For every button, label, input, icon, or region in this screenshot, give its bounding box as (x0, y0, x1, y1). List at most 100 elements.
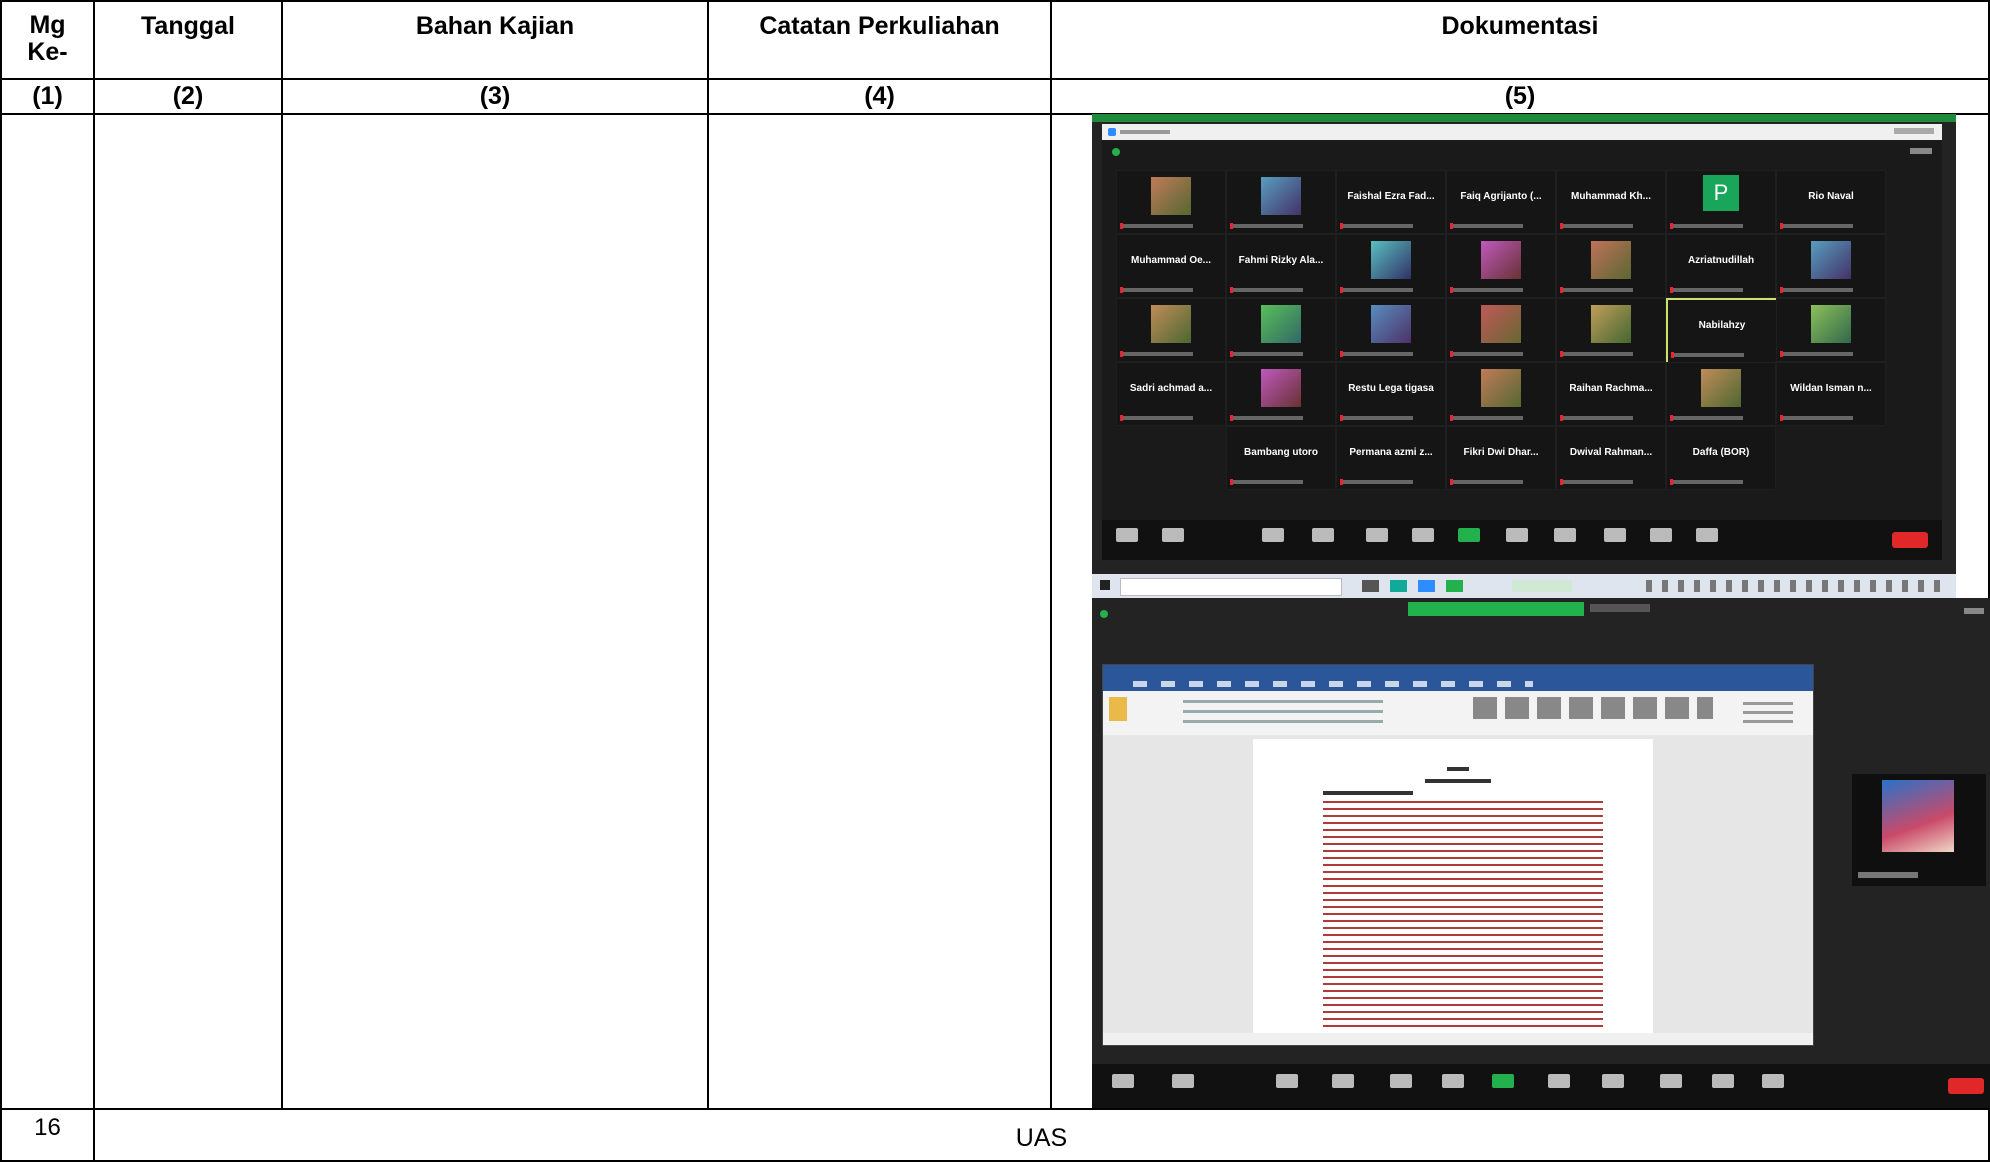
end-meeting-button[interactable] (1948, 1078, 1984, 1094)
participant-tile[interactable]: Wildan Isman n... (1776, 362, 1886, 426)
participant-name: Azriatnudillah (1687, 255, 1755, 266)
participant-footer-label (1783, 416, 1853, 420)
participant-footer-label (1233, 288, 1303, 292)
participant-photo (1151, 305, 1191, 343)
participant-tile[interactable]: Muhammad Kh... (1556, 170, 1666, 234)
participant-footer-label (1343, 416, 1413, 420)
apps-icon[interactable] (1650, 528, 1672, 542)
participant-tile[interactable] (1776, 234, 1886, 298)
participant-footer-label (1123, 352, 1193, 356)
participant-tile[interactable] (1446, 234, 1556, 298)
styles-gallery[interactable] (1473, 697, 1713, 719)
video-icon[interactable] (1162, 528, 1184, 542)
participant-tile[interactable]: Fikri Dwi Dhar... (1446, 426, 1556, 490)
participant-tile[interactable] (1116, 298, 1226, 362)
participant-tile[interactable]: Faiq Agrijanto (... (1446, 170, 1556, 234)
participant-tile[interactable]: Dwival Rahman... (1556, 426, 1666, 490)
participant-footer-label (1453, 480, 1523, 484)
view-toggle-icon (1910, 148, 1932, 154)
participant-tile[interactable] (1336, 234, 1446, 298)
column-divider (1050, 0, 1052, 1110)
microphone-icon[interactable] (1116, 528, 1138, 542)
meeting-toolbar (1092, 1064, 1990, 1108)
participant-tile[interactable]: P (1666, 170, 1776, 234)
participant-photo (1591, 241, 1631, 279)
breakout-rooms-icon[interactable] (1602, 1074, 1624, 1088)
participant-tile[interactable] (1226, 170, 1336, 234)
view-options-button[interactable] (1590, 604, 1650, 612)
participant-tile[interactable]: Permana azmi z... (1336, 426, 1446, 490)
record-icon[interactable] (1548, 1074, 1570, 1088)
participant-footer-label (1563, 416, 1633, 420)
week-number: 16 (34, 1114, 61, 1141)
end-meeting-button[interactable] (1892, 532, 1928, 548)
breakout-rooms-icon[interactable] (1554, 528, 1576, 542)
participant-tile[interactable]: Sadri achmad a... (1116, 362, 1226, 426)
participant-tile[interactable]: Raihan Rachma... (1556, 362, 1666, 426)
reactions-icon[interactable] (1604, 528, 1626, 542)
microphone-icon[interactable] (1112, 1074, 1134, 1088)
participant-tile[interactable] (1556, 234, 1666, 298)
participants-icon[interactable] (1312, 528, 1334, 542)
participant-tile[interactable]: Restu Lega tigasa (1336, 362, 1446, 426)
row-divider (0, 1108, 1990, 1110)
participant-tile[interactable]: Muhammad Oe... (1116, 234, 1226, 298)
record-icon[interactable] (1506, 528, 1528, 542)
table-border-left (0, 0, 2, 1162)
ribbon-tab-labels[interactable] (1133, 681, 1533, 687)
participants-icon[interactable] (1332, 1074, 1354, 1088)
participant-tile[interactable] (1446, 362, 1556, 426)
apps-icon[interactable] (1712, 1074, 1734, 1088)
participant-tile[interactable]: Azriatnudillah (1666, 234, 1776, 298)
participant-footer-label (1453, 224, 1523, 228)
participant-footer-label (1563, 288, 1633, 292)
participant-name: Permana azmi z... (1349, 447, 1433, 458)
participant-tile[interactable]: Bambang utoro (1226, 426, 1336, 490)
taskbar-search-input[interactable] (1120, 578, 1342, 596)
participant-tile[interactable]: Faishal Ezra Fad... (1336, 170, 1446, 234)
participant-tile[interactable]: Daffa (BOR) (1666, 426, 1776, 490)
header-tanggal: Tanggal (141, 12, 235, 40)
participant-tile[interactable] (1226, 362, 1336, 426)
taskbar-apps[interactable] (1362, 580, 1502, 592)
participant-footer-label (1783, 288, 1853, 292)
windows-taskbar (1092, 574, 1956, 598)
share-screen-icon[interactable] (1458, 528, 1480, 542)
participant-photo (1701, 369, 1741, 407)
participant-photo (1811, 241, 1851, 279)
chat-icon[interactable] (1412, 528, 1434, 542)
participant-tile[interactable] (1776, 298, 1886, 362)
security-icon[interactable] (1276, 1074, 1298, 1088)
polls-icon[interactable] (1366, 528, 1388, 542)
share-screen-icon[interactable] (1492, 1074, 1514, 1088)
video-icon[interactable] (1172, 1074, 1194, 1088)
chat-icon[interactable] (1442, 1074, 1464, 1088)
system-tray-icons[interactable] (1646, 580, 1946, 592)
more-icon[interactable] (1762, 1074, 1784, 1088)
participant-name: Nabilahzy (1698, 320, 1746, 331)
participant-tile[interactable] (1226, 298, 1336, 362)
participant-tile[interactable] (1666, 362, 1776, 426)
taskbar-active-app[interactable] (1512, 580, 1572, 592)
security-icon[interactable] (1262, 528, 1284, 542)
participant-tile[interactable] (1116, 170, 1226, 234)
window-controls (1894, 128, 1934, 134)
editing-group[interactable] (1743, 697, 1793, 723)
more-icon[interactable] (1696, 528, 1718, 542)
header-dokumentasi: Dokumentasi (1441, 12, 1599, 40)
font-controls[interactable] (1183, 697, 1383, 723)
windows-start-icon[interactable] (1100, 580, 1110, 590)
reactions-icon[interactable] (1660, 1074, 1682, 1088)
table-border-top (0, 0, 1990, 2)
participant-tile[interactable]: Nabilahzy (1666, 298, 1778, 364)
participant-tile[interactable]: Fahmi Rizky Ala... (1226, 234, 1336, 298)
gallery-area: Faishal Ezra Fad... Faiq Agrijanto (... Mu… (1102, 140, 1942, 560)
participant-tile[interactable] (1556, 298, 1666, 362)
participant-photo (1481, 369, 1521, 407)
participant-tile[interactable] (1336, 298, 1446, 362)
participant-tile[interactable] (1446, 298, 1556, 362)
polls-icon[interactable] (1390, 1074, 1412, 1088)
word-ribbon (1103, 691, 1813, 736)
participant-tile[interactable]: Rio Naval (1776, 170, 1886, 234)
paste-icon[interactable] (1109, 697, 1127, 721)
